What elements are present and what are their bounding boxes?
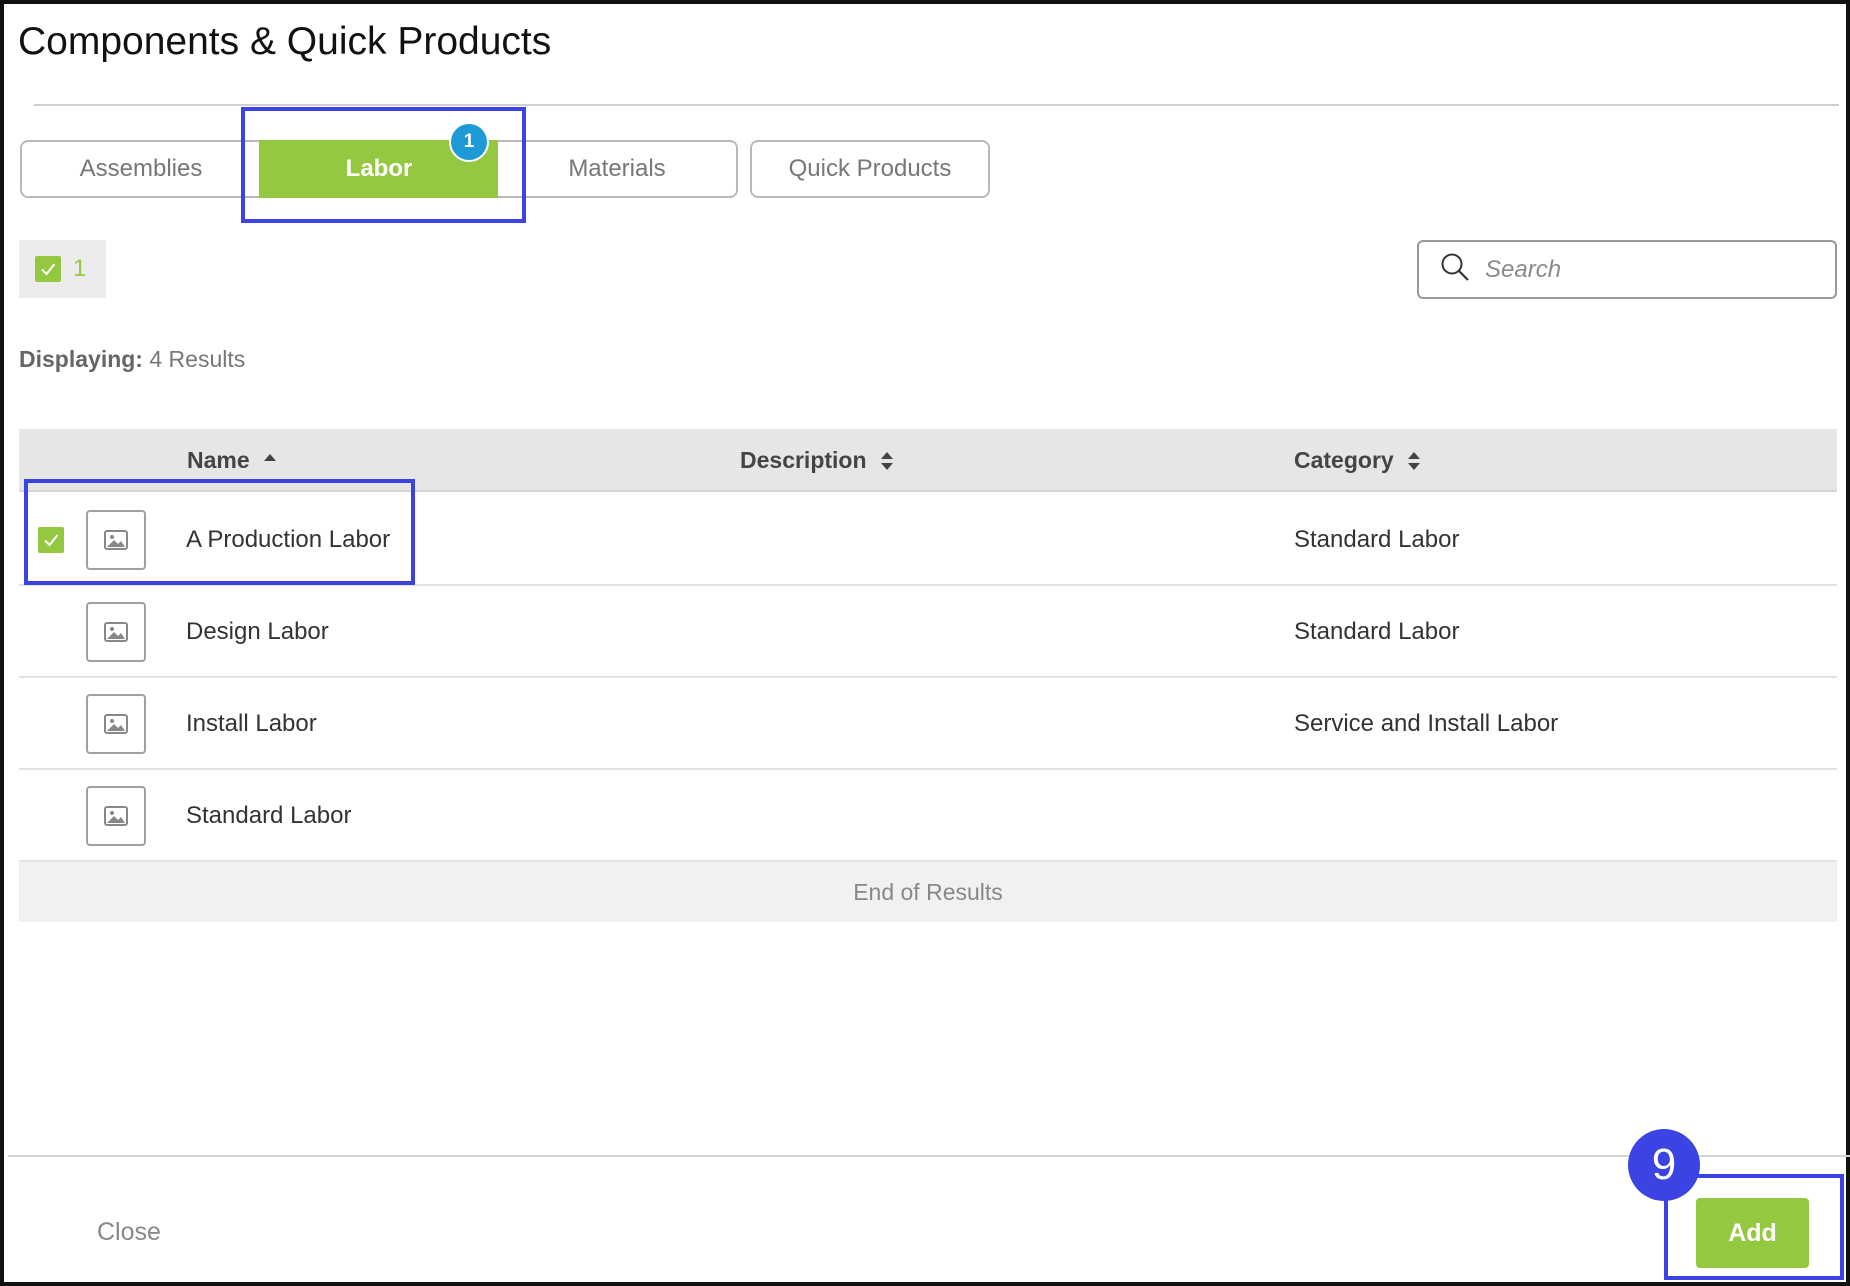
results-label: Displaying: [19,346,143,372]
search-input[interactable] [1485,255,1815,284]
image-placeholder-icon [86,786,146,846]
sort-icon [1406,449,1422,473]
row-name: Standard Labor [186,802,352,829]
search-icon [1439,251,1471,288]
selected-count: 1 [73,255,87,282]
image-placeholder-icon [86,602,146,662]
table-row[interactable]: Install Labor Service and Install Labor [19,678,1837,770]
tab-materials[interactable]: Materials [498,140,738,198]
checkmark-icon [35,256,61,282]
table-row[interactable]: Design Labor Standard Labor [19,586,1837,678]
dialog-title: Components & Quick Products [18,20,552,63]
row-category: Service and Install Labor [1294,710,1559,737]
row-category: Standard Labor [1294,526,1460,553]
image-placeholder-icon [86,694,146,754]
tab-assemblies[interactable]: Assemblies [20,140,260,198]
annotation-step-number: 9 [1628,1129,1700,1201]
end-of-results: End of Results [19,862,1837,922]
row-category: Standard Labor [1294,618,1460,645]
annotation-highlight-labor-tab [241,107,526,223]
row-name: Install Labor [186,710,317,737]
title-divider [34,104,1839,106]
search-box[interactable] [1417,240,1837,299]
row-name: Design Labor [186,618,329,645]
column-header-category[interactable]: Category [1294,429,1422,492]
annotation-highlight-add-button [1664,1174,1844,1280]
selected-count-toggle[interactable]: 1 [19,240,106,298]
sort-ascending-icon [262,449,278,473]
column-header-description[interactable]: Description [740,429,895,492]
footer-divider [8,1155,1850,1157]
table-row[interactable]: Standard Labor [19,770,1837,862]
tab-quick-products[interactable]: Quick Products [750,140,990,198]
column-header-label: Category [1294,447,1394,473]
column-header-label: Description [740,447,867,473]
column-header-label: Name [187,447,250,473]
results-count: 4 Results [149,346,246,372]
dialog-frame: Components & Quick Products Assemblies L… [0,0,1850,1286]
annotation-highlight-selected-row [24,479,415,585]
close-button[interactable]: Close [97,1218,161,1247]
results-summary: Displaying: 4 Results [19,346,245,373]
sort-icon [879,449,895,473]
